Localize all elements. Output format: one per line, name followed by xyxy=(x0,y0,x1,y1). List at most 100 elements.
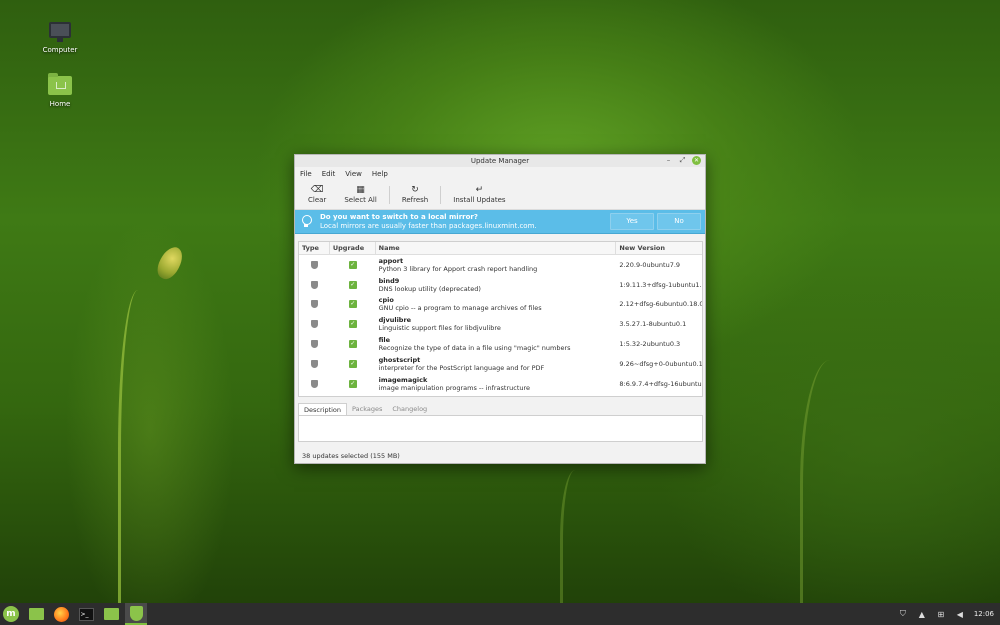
toolbar: ⌫ Clear ▦ Select All ↻ Refresh ↵ Install… xyxy=(295,180,705,210)
folder-icon xyxy=(103,608,119,620)
taskbar-terminal[interactable]: >_ xyxy=(75,603,97,625)
warning-icon[interactable]: ▲ xyxy=(917,609,927,619)
toolbar-separator xyxy=(388,185,390,204)
package-description: GNU cpio -- a program to manage archives… xyxy=(378,304,542,313)
menu-file[interactable]: File xyxy=(300,170,312,178)
home-folder-icon xyxy=(48,73,72,95)
upgrade-cell: ✓ xyxy=(330,359,376,368)
taskbar-folder[interactable] xyxy=(100,603,122,625)
menu-button[interactable]: m xyxy=(0,603,22,625)
upgrade-checkbox[interactable]: ✓ xyxy=(348,379,357,388)
menu-help[interactable]: Help xyxy=(372,170,388,178)
update-shield-icon[interactable]: ⛉ xyxy=(898,609,908,619)
table-row[interactable]: ✓ imagemagick image manipulation programs … xyxy=(299,374,702,394)
desktop-icon-home[interactable]: Home xyxy=(30,73,90,108)
name-cell: bind9 DNS lookup utility (deprecated) xyxy=(376,277,617,293)
clock[interactable]: 12:06 xyxy=(974,610,994,618)
table-row[interactable]: ✓ cpio GNU cpio -- a program to manage arc… xyxy=(299,295,702,315)
upgrade-checkbox[interactable]: ✓ xyxy=(348,340,357,349)
type-cell xyxy=(299,340,330,349)
refresh-button[interactable]: ↻ Refresh xyxy=(393,185,437,204)
clear-label: Clear xyxy=(308,196,327,204)
package-name: file xyxy=(378,336,391,345)
upgrade-checkbox[interactable]: ✓ xyxy=(348,300,357,309)
column-name[interactable]: Name xyxy=(376,242,617,254)
type-cell xyxy=(299,359,330,368)
menu-view[interactable]: View xyxy=(345,170,362,178)
install-updates-button[interactable]: ↵ Install Updates xyxy=(444,185,514,204)
security-shield-icon xyxy=(310,300,318,309)
select-all-icon: ▦ xyxy=(356,185,365,195)
select-all-label: Select All xyxy=(344,196,377,204)
security-shield-icon xyxy=(310,260,318,269)
tab-description[interactable]: Description xyxy=(298,403,348,415)
updates-list[interactable]: Type Upgrade Name New Version ✓ apport Pyt… xyxy=(298,241,703,397)
table-row[interactable]: ✓ bind9 DNS lookup utility (deprecated) 1:9… xyxy=(299,275,702,295)
clear-icon: ⌫ xyxy=(310,185,324,195)
package-name: imagemagick xyxy=(378,375,428,384)
package-version: 9.26~dfsg+0-0ubuntu0.18 xyxy=(619,359,702,368)
name-cell: imagemagick image manipulation programs -… xyxy=(376,376,617,392)
type-cell xyxy=(299,260,330,269)
minimize-icon[interactable]: – xyxy=(664,156,673,165)
maximize-icon[interactable]: ⤢ xyxy=(678,156,687,165)
shield-icon xyxy=(129,605,143,621)
window-title: Update Manager xyxy=(470,157,530,165)
type-cell xyxy=(299,320,330,329)
package-version: 1:5.32-2ubuntu0.3 xyxy=(619,340,681,349)
column-type[interactable]: Type xyxy=(299,242,330,254)
upgrade-cell: ✓ xyxy=(330,379,376,388)
type-cell xyxy=(299,300,330,309)
package-version: 8:6.9.7.4+dfsg-16ubuntu6. xyxy=(619,379,702,388)
infobar-title: Do you want to switch to a local mirror? xyxy=(320,212,478,221)
package-name: djvulibre xyxy=(378,316,412,325)
mint-logo-icon: m xyxy=(3,606,19,622)
table-row[interactable]: ✓ ghostscript interpreter for the PostScri… xyxy=(299,354,702,374)
toolbar-separator xyxy=(440,185,442,204)
security-shield-icon xyxy=(310,280,318,289)
package-name: apport xyxy=(378,256,404,265)
upgrade-checkbox[interactable]: ✓ xyxy=(348,280,357,289)
name-cell: ghostscript interpreter for the PostScrip… xyxy=(376,356,617,372)
tab-packages[interactable]: Packages xyxy=(347,403,387,415)
upgrade-checkbox[interactable]: ✓ xyxy=(348,359,357,368)
taskbar-firefox[interactable] xyxy=(50,603,72,625)
infobar-text: Do you want to switch to a local mirror?… xyxy=(320,213,607,231)
plant-stem-left xyxy=(118,290,158,610)
close-icon[interactable]: ✕ xyxy=(692,156,701,165)
taskbar-update-manager[interactable] xyxy=(125,603,147,625)
titlebar[interactable]: Update Manager – ⤢ ✕ xyxy=(295,155,705,167)
package-version: 3.5.27.1-8ubuntu0.1 xyxy=(619,320,687,329)
mirror-infobar: Do you want to switch to a local mirror?… xyxy=(295,210,705,234)
security-shield-icon xyxy=(310,379,318,388)
no-button[interactable]: No xyxy=(657,213,701,230)
upgrade-cell: ✓ xyxy=(330,280,376,289)
network-icon[interactable]: ⊞ xyxy=(936,609,946,619)
package-version: 2.20.9-0ubuntu7.9 xyxy=(619,260,681,269)
column-version[interactable]: New Version xyxy=(616,242,702,254)
upgrade-cell: ✓ xyxy=(330,300,376,309)
table-row[interactable]: ✓ apport Python 3 library for Apport crash… xyxy=(299,255,702,275)
tab-changelog[interactable]: Changelog xyxy=(387,403,432,415)
table-row[interactable]: ✓ file Recognize the type of data in a fil… xyxy=(299,334,702,354)
upgrade-checkbox[interactable]: ✓ xyxy=(348,320,357,329)
package-description: interpreter for the PostScript language … xyxy=(378,363,545,372)
package-description: Recognize the type of data in a file usi… xyxy=(378,344,571,353)
upgrade-checkbox[interactable]: ✓ xyxy=(348,260,357,269)
clear-button[interactable]: ⌫ Clear xyxy=(299,185,335,204)
volume-icon[interactable]: ◀ xyxy=(955,609,965,619)
column-upgrade[interactable]: Upgrade xyxy=(330,242,376,254)
system-tray: ⛉ ▲ ⊞ ◀ 12:06 xyxy=(898,609,1000,619)
detail-tabs: Description Packages Changelog xyxy=(298,403,432,415)
yes-button[interactable]: Yes xyxy=(610,213,654,230)
package-description: Python 3 library for Apport crash report… xyxy=(378,264,538,273)
menu-edit[interactable]: Edit xyxy=(322,170,336,178)
desktop-icon-label: Home xyxy=(49,100,71,108)
name-cell: apport Python 3 library for Apport crash … xyxy=(376,257,617,273)
taskbar-files[interactable] xyxy=(25,603,47,625)
desktop-icon-computer[interactable]: Computer xyxy=(30,22,90,54)
list-header: Type Upgrade Name New Version xyxy=(299,242,702,255)
list-rows: ✓ apport Python 3 library for Apport crash… xyxy=(299,255,702,394)
table-row[interactable]: ✓ djvulibre Linguistic support files for l… xyxy=(299,314,702,334)
select-all-button[interactable]: ▦ Select All xyxy=(335,185,386,204)
